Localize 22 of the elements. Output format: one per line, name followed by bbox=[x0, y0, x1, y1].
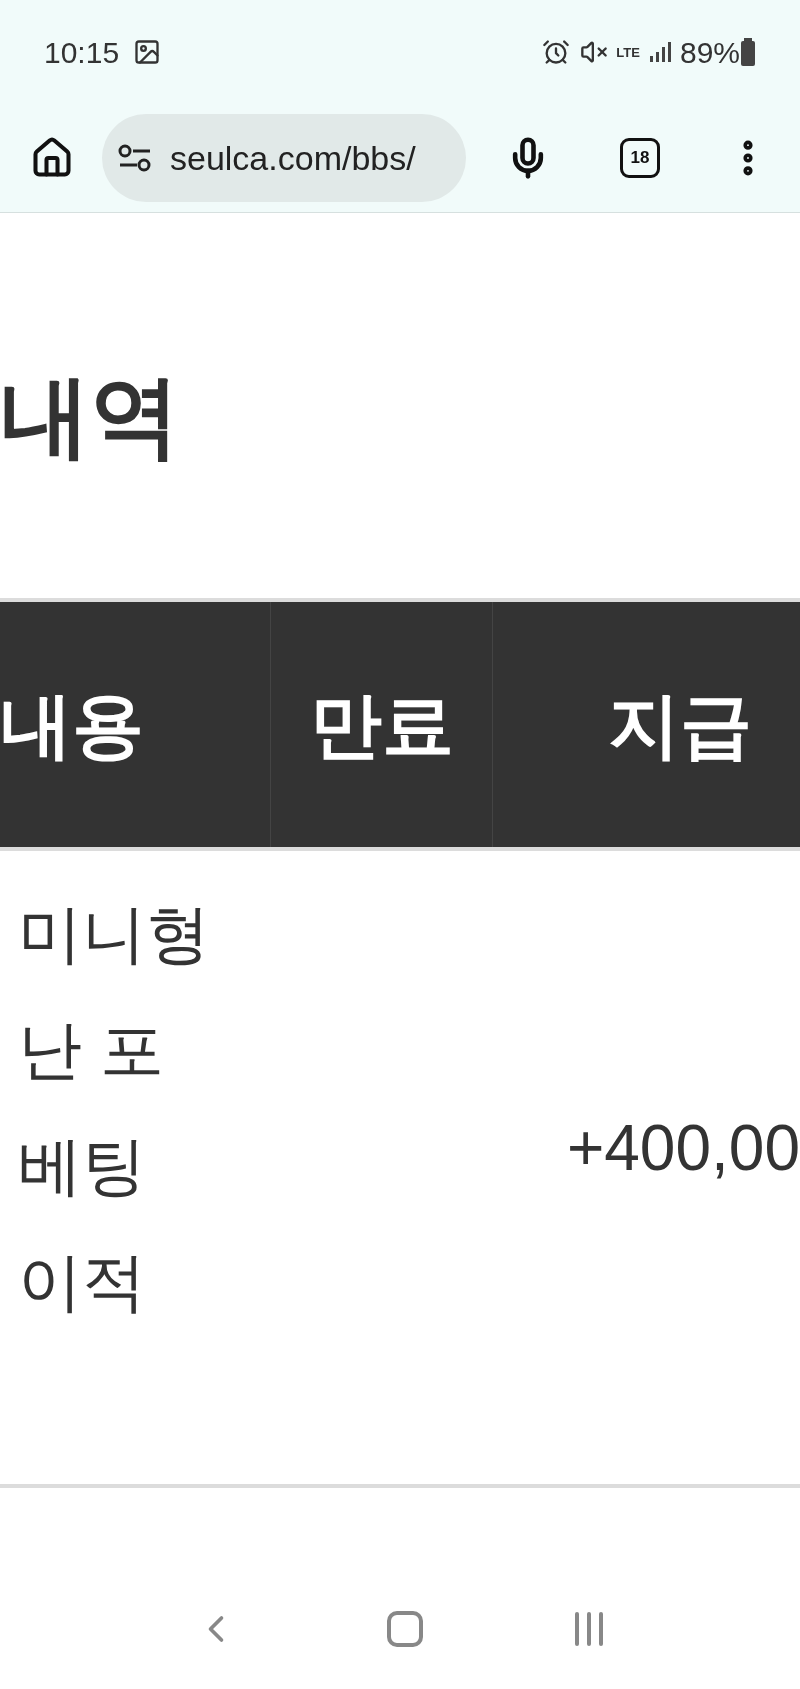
battery-icon bbox=[740, 38, 756, 66]
column-header: 내용 bbox=[0, 688, 144, 761]
network-label: LTE bbox=[616, 45, 640, 59]
address-bar[interactable]: seulca.com/bbs/ bbox=[102, 114, 466, 202]
battery-percent: 89% bbox=[679, 34, 740, 71]
home-button[interactable] bbox=[387, 1611, 423, 1647]
page-title: 내역 bbox=[0, 370, 180, 461]
column-header: 지급 bbox=[608, 688, 752, 761]
image-notification-icon bbox=[133, 38, 162, 66]
column-header: 만료 bbox=[309, 688, 454, 761]
alarm-icon bbox=[542, 38, 571, 66]
signal-icon bbox=[647, 40, 674, 64]
amount-cell-text: +400,00 bbox=[566, 1110, 800, 1186]
url-text: seulca.com/bbs/ bbox=[170, 137, 416, 179]
content-line: 미니형 bbox=[18, 896, 211, 972]
content-line: 난 포 bbox=[18, 1012, 165, 1088]
site-settings-icon[interactable] bbox=[118, 143, 152, 173]
tab-count-button[interactable]: 18 bbox=[620, 138, 660, 178]
home-icon[interactable] bbox=[30, 136, 74, 180]
content-line: 베팅 bbox=[18, 1128, 147, 1204]
content-line: 이적 bbox=[18, 1244, 147, 1320]
status-time: 10:15 bbox=[44, 34, 120, 71]
